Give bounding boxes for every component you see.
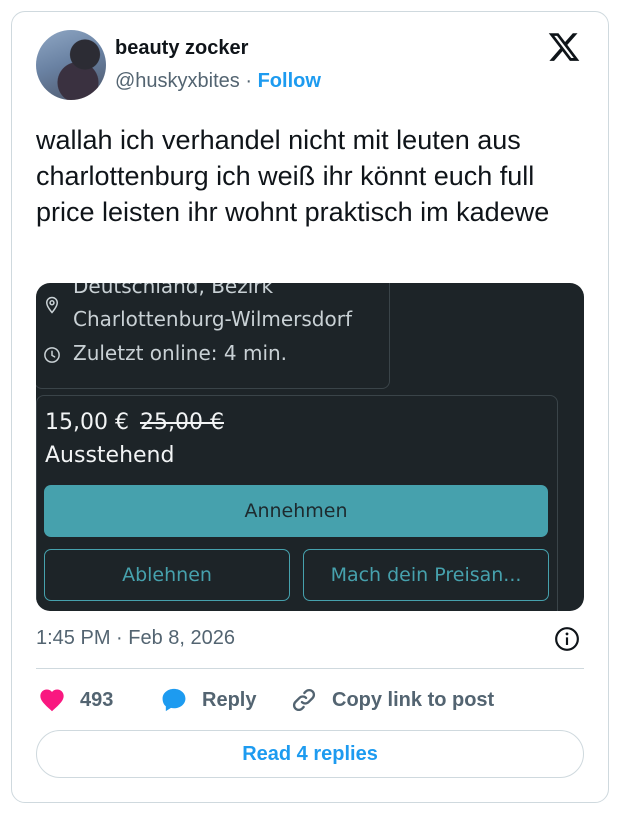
author-handle[interactable]: @huskyxbites (115, 70, 240, 92)
location-line-1: Deutschland, Bezirk (73, 283, 274, 298)
location-panel: Deutschland, Bezirk Charlottenburg-Wilme… (36, 283, 390, 389)
last-online: Zuletzt online: 4 min. (73, 341, 288, 365)
price: 15,00 € 25,00 € (45, 410, 224, 435)
like-button[interactable]: 493 (38, 686, 113, 714)
divider (36, 668, 584, 669)
avatar[interactable] (36, 30, 106, 100)
author-handle-row: @huskyxbites · Follow (115, 70, 321, 93)
accept-button[interactable]: Annehmen (44, 485, 548, 537)
clock-icon (44, 347, 60, 363)
counter-offer-button[interactable]: Mach dein Preisan... (303, 549, 549, 601)
handle-separator: · (245, 70, 253, 92)
author-display-name[interactable]: beauty zocker (115, 37, 248, 60)
reply-button[interactable]: Reply (160, 686, 256, 714)
read-replies-button[interactable]: Read 4 replies (36, 730, 584, 778)
location-line-2: Charlottenburg-Wilmersdorf (73, 307, 352, 331)
follow-button[interactable]: Follow (258, 70, 321, 92)
embedded-screenshot[interactable]: Deutschland, Bezirk Charlottenburg-Wilme… (36, 283, 584, 611)
link-icon (292, 688, 316, 712)
offer-panel: 15,00 € 25,00 € Ausstehend Annehmen Able… (36, 395, 558, 611)
heart-icon (40, 689, 64, 712)
decline-button[interactable]: Ablehnen (44, 549, 290, 601)
copy-link-label: Copy link to post (332, 688, 495, 711)
tweet-timestamp[interactable]: 1:45 PM · Feb 8, 2026 (36, 627, 235, 650)
offer-status: Ausstehend (45, 443, 175, 468)
tweet-text: wallah ich verhandel nicht mit leuten au… (36, 125, 550, 227)
x-logo-icon[interactable] (546, 30, 582, 64)
copy-link-button[interactable]: Copy link to post (290, 686, 494, 714)
pin-icon (45, 296, 59, 314)
reply-label: Reply (202, 688, 257, 711)
price-new: 15,00 € (45, 410, 129, 435)
reply-bubble-icon (162, 688, 186, 712)
likes-count: 493 (80, 688, 114, 711)
info-icon[interactable] (554, 626, 580, 652)
price-old: 25,00 € (139, 410, 224, 435)
